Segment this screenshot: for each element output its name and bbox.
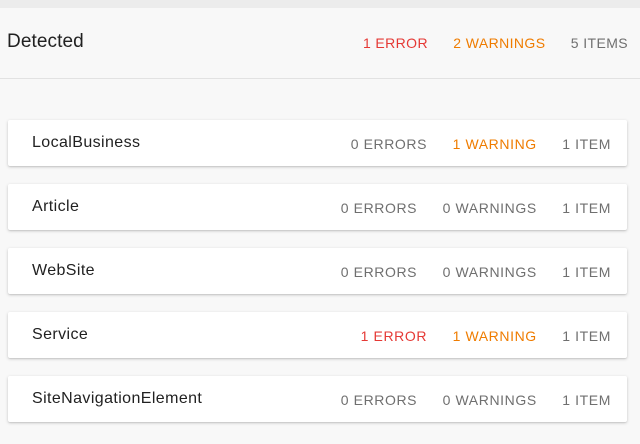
summary-warning-count: 2 WARNINGS	[453, 35, 546, 51]
type-name: WebSite	[32, 262, 95, 279]
type-name: LocalBusiness	[32, 134, 141, 151]
summary-error-count: 1 ERROR	[362, 35, 428, 51]
summary-item-count: 5 ITEMS	[570, 35, 628, 51]
type-card-sitenavigationelement[interactable]: SiteNavigationElement 0 ERRORS 0 WARNING…	[8, 376, 627, 422]
error-count: 1 ERROR	[360, 328, 428, 344]
type-name: Article	[32, 198, 80, 215]
error-count: 0 ERRORS	[350, 136, 428, 152]
warning-count: 0 WARNINGS	[442, 392, 537, 408]
warning-count: 0 WARNINGS	[442, 264, 537, 280]
type-name: Service	[32, 326, 89, 343]
type-stats: 1 ERROR 1 WARNING 1 ITEM	[340, 328, 611, 344]
type-name: SiteNavigationElement	[32, 390, 203, 407]
item-count: 1 ITEM	[562, 200, 611, 216]
top-bar-shadow	[0, 0, 640, 8]
type-card-article[interactable]: Article 0 ERRORS 0 WARNINGS 1 ITEM	[8, 184, 627, 230]
type-card-service[interactable]: Service 1 ERROR 1 WARNING 1 ITEM	[8, 312, 627, 358]
item-count: 1 ITEM	[562, 264, 611, 280]
warning-count: 0 WARNINGS	[442, 200, 537, 216]
type-card-localbusiness[interactable]: LocalBusiness 0 ERRORS 1 WARNING 1 ITEM	[8, 120, 627, 166]
detected-header: Detected 1 ERROR 2 WARNINGS 5 ITEMS	[0, 8, 640, 79]
item-count: 1 ITEM	[562, 136, 611, 152]
warning-count: 1 WARNING	[452, 136, 537, 152]
page-title: Detected	[7, 31, 84, 52]
error-count: 0 ERRORS	[340, 200, 418, 216]
type-stats: 0 ERRORS 0 WARNINGS 1 ITEM	[320, 392, 611, 408]
summary-stats: 1 ERROR 2 WARNINGS 5 ITEMS	[342, 35, 628, 51]
item-count: 1 ITEM	[562, 392, 611, 408]
type-stats: 0 ERRORS 0 WARNINGS 1 ITEM	[320, 200, 611, 216]
type-card-website[interactable]: WebSite 0 ERRORS 0 WARNINGS 1 ITEM	[8, 248, 627, 294]
warning-count: 1 WARNING	[452, 328, 537, 344]
detected-type-list: LocalBusiness 0 ERRORS 1 WARNING 1 ITEM …	[8, 120, 627, 440]
error-count: 0 ERRORS	[340, 264, 418, 280]
item-count: 1 ITEM	[562, 328, 611, 344]
type-stats: 0 ERRORS 1 WARNING 1 ITEM	[330, 136, 611, 152]
type-stats: 0 ERRORS 0 WARNINGS 1 ITEM	[320, 264, 611, 280]
error-count: 0 ERRORS	[340, 392, 418, 408]
